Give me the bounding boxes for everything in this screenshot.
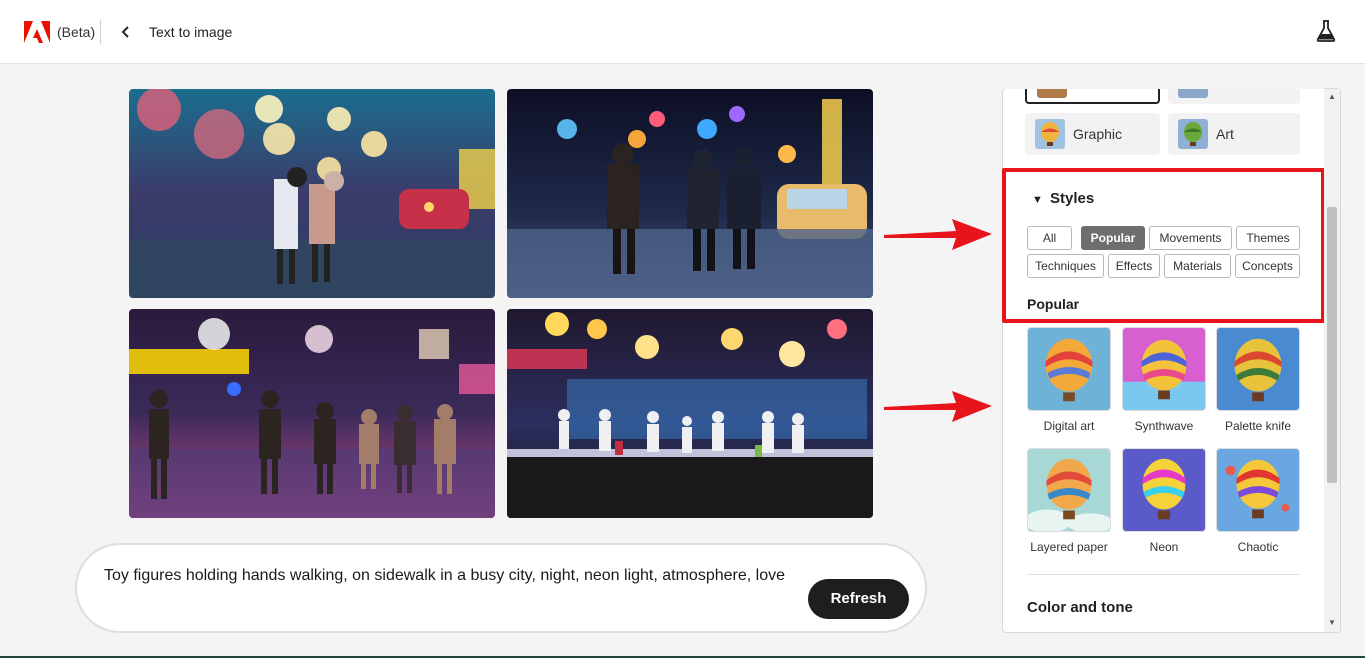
balloon-icon bbox=[1035, 119, 1065, 149]
flask-icon[interactable] bbox=[1316, 20, 1336, 42]
style-digital-art[interactable]: Digital art bbox=[1027, 327, 1111, 433]
style-label: Chaotic bbox=[1237, 540, 1279, 554]
panel-scrollbar[interactable]: ▲ ▼ bbox=[1324, 89, 1340, 632]
scroll-thumb[interactable] bbox=[1327, 207, 1337, 483]
content-type-label: Graphic bbox=[1073, 126, 1123, 142]
balloon-icon bbox=[1178, 119, 1208, 149]
header-divider bbox=[100, 20, 101, 44]
style-palette-knife[interactable]: Palette knife bbox=[1216, 327, 1300, 433]
prompt-input[interactable]: Toy figures holding hands walking, on si… bbox=[104, 567, 785, 585]
style-layered-paper[interactable]: Layered paper bbox=[1027, 448, 1111, 554]
app-header: (Beta) Text to image bbox=[0, 0, 1365, 64]
arrow-popular-annotation bbox=[884, 391, 992, 422]
generated-image-2[interactable] bbox=[507, 89, 873, 298]
content-type-graphic[interactable]: Graphic bbox=[1025, 113, 1160, 155]
chip-materials[interactable]: Materials bbox=[1164, 254, 1231, 278]
generated-image-4[interactable] bbox=[507, 309, 873, 518]
panel-divider bbox=[1027, 574, 1300, 575]
style-thumbnail bbox=[1122, 448, 1206, 532]
panel-top-mask bbox=[1003, 76, 1324, 89]
style-synthwave[interactable]: Synthwave bbox=[1122, 327, 1206, 433]
styles-heading: Styles bbox=[1050, 190, 1095, 207]
style-label: Neon bbox=[1149, 540, 1179, 554]
style-thumbnail bbox=[1027, 327, 1111, 411]
color-and-tone-heading[interactable]: Color and tone bbox=[1027, 599, 1133, 616]
style-thumbnail bbox=[1027, 448, 1111, 532]
beta-label: (Beta) bbox=[57, 24, 96, 40]
arrow-styles-annotation bbox=[884, 219, 992, 250]
chip-themes[interactable]: Themes bbox=[1236, 226, 1300, 250]
style-neon[interactable]: Neon bbox=[1122, 448, 1206, 554]
chip-techniques[interactable]: Techniques bbox=[1027, 254, 1104, 278]
style-label: Layered paper bbox=[1030, 540, 1108, 554]
style-label: Palette knife bbox=[1224, 419, 1292, 433]
chip-effects[interactable]: Effects bbox=[1108, 254, 1160, 278]
content-type-label: Art bbox=[1216, 126, 1234, 142]
chip-movements[interactable]: Movements bbox=[1149, 226, 1232, 250]
style-chaotic[interactable]: Chaotic bbox=[1216, 448, 1300, 554]
style-label: Synthwave bbox=[1134, 419, 1194, 433]
adobe-logo[interactable] bbox=[24, 21, 50, 43]
popular-section-label: Popular bbox=[1027, 296, 1080, 312]
style-thumbnail bbox=[1122, 327, 1206, 411]
refresh-button[interactable]: Refresh bbox=[808, 579, 909, 619]
scroll-up-icon[interactable]: ▲ bbox=[1327, 92, 1337, 102]
style-thumbnail bbox=[1216, 448, 1300, 532]
chip-all[interactable]: All bbox=[1027, 226, 1072, 250]
generated-image-1[interactable] bbox=[129, 89, 495, 298]
page-title: Text to image bbox=[149, 24, 233, 40]
generated-image-3[interactable] bbox=[129, 309, 495, 518]
style-label: Digital art bbox=[1043, 419, 1095, 433]
styles-section-toggle[interactable]: ▼ Styles bbox=[1032, 190, 1094, 207]
chip-concepts[interactable]: Concepts bbox=[1235, 254, 1300, 278]
chevron-left-icon[interactable] bbox=[116, 22, 136, 42]
chip-popular[interactable]: Popular bbox=[1081, 226, 1145, 250]
prompt-bar: Toy figures holding hands walking, on si… bbox=[75, 543, 927, 633]
content-type-art[interactable]: Art bbox=[1168, 113, 1300, 155]
scroll-down-icon[interactable]: ▼ bbox=[1327, 618, 1337, 628]
chevron-down-icon: ▼ bbox=[1032, 194, 1043, 206]
style-thumbnail bbox=[1216, 327, 1300, 411]
